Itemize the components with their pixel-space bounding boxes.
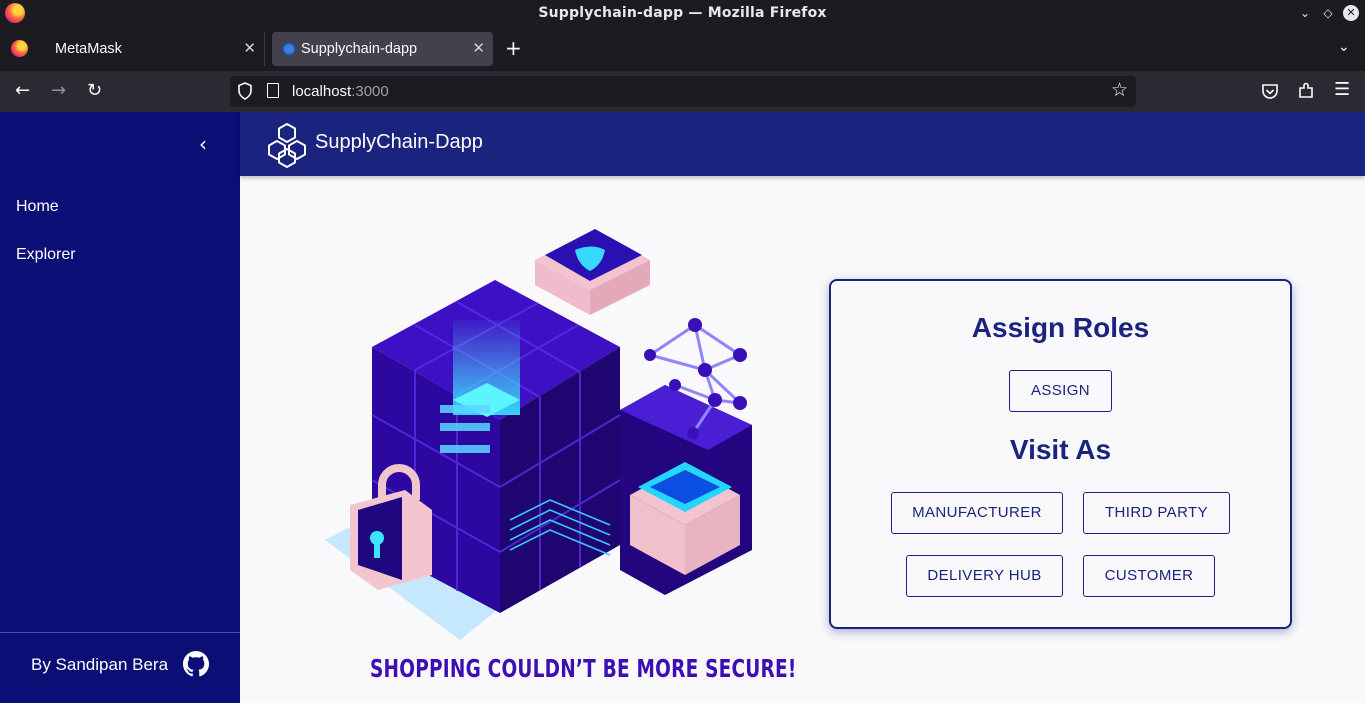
url-port: :3000	[351, 83, 389, 100]
tab-metamask[interactable]: MetaMask ✕	[43, 32, 265, 66]
window-title: Supplychain-dapp — Mozilla Firefox	[538, 5, 827, 21]
sidebar-divider	[0, 632, 240, 633]
sidebar: ‹ Home Explorer By Sandipan Bera	[0, 112, 240, 703]
tab-label: Supplychain-dapp	[301, 41, 418, 57]
pocket-icon[interactable]	[1261, 83, 1279, 100]
visit-as-heading: Visit As	[1009, 434, 1112, 465]
tab-supplychain-dapp[interactable]: Supplychain-dapp ✕	[272, 32, 493, 66]
url-host: localhost	[292, 83, 352, 100]
restore-icon[interactable]: ◇	[1320, 5, 1336, 21]
new-tab-icon[interactable]: +	[505, 36, 522, 60]
close-tab-icon[interactable]: ✕	[472, 39, 485, 57]
secure-blockchain-cubes-illustration	[325, 229, 752, 640]
extensions-icon[interactable]	[1297, 82, 1315, 100]
page-info-icon[interactable]	[267, 83, 279, 98]
delivery-hub-button[interactable]: DELIVERY HUB	[906, 555, 1063, 597]
firefox-view-icon[interactable]	[11, 40, 28, 57]
author-credit: By Sandipan Bera	[31, 655, 169, 674]
url-bar[interactable]: localhost:3000 ☆	[230, 76, 1136, 107]
close-tab-icon[interactable]: ✕	[243, 39, 256, 57]
github-icon[interactable]	[183, 651, 209, 677]
reload-icon[interactable]: ↻	[87, 80, 102, 102]
list-all-tabs-icon[interactable]: ⌄	[1338, 39, 1350, 55]
bookmark-star-icon[interactable]: ☆	[1111, 79, 1128, 101]
hamburger-menu-icon[interactable]: ☰	[1334, 79, 1350, 101]
supplychain-logo-icon	[268, 123, 306, 168]
sidebar-item-home[interactable]: Home	[16, 198, 59, 216]
tracking-protection-shield-icon[interactable]	[238, 82, 252, 100]
customer-button[interactable]: CUSTOMER	[1083, 555, 1215, 597]
sidebar-item-explorer[interactable]: Explorer	[16, 246, 76, 264]
close-window-icon[interactable]: ✕	[1343, 5, 1359, 21]
app-header: SupplyChain-Dapp	[240, 112, 1365, 176]
app-title: SupplyChain-Dapp	[315, 131, 483, 153]
manufacturer-button[interactable]: MANUFACTURER	[891, 492, 1063, 534]
hero-slogan: SHOPPING COULDN’T BE MORE SECURE!	[370, 654, 797, 683]
tab-favicon-icon	[282, 42, 296, 56]
forward-icon[interactable]: →	[51, 80, 66, 102]
assign-button[interactable]: ASSIGN	[1009, 370, 1112, 412]
roles-card: Assign Roles ASSIGN Visit As MANUFACTURE…	[829, 279, 1292, 629]
tab-label: MetaMask	[55, 41, 122, 57]
navigation-toolbar: ← → ↻ localhost:3000 ☆ ☰	[0, 71, 1365, 112]
chevron-left-icon[interactable]: ‹	[199, 132, 207, 156]
assign-roles-heading: Assign Roles	[971, 312, 1150, 343]
url-text[interactable]: localhost:3000	[292, 83, 389, 100]
minimize-icon[interactable]: ⌄	[1297, 5, 1313, 21]
tab-bar: MetaMask ✕ Supplychain-dapp ✕ + ⌄	[0, 27, 1365, 71]
back-icon[interactable]: ←	[15, 80, 30, 102]
window-titlebar: Supplychain-dapp — Mozilla Firefox ⌄ ◇ ✕	[0, 0, 1365, 27]
third-party-button[interactable]: THIRD PARTY	[1083, 492, 1230, 534]
